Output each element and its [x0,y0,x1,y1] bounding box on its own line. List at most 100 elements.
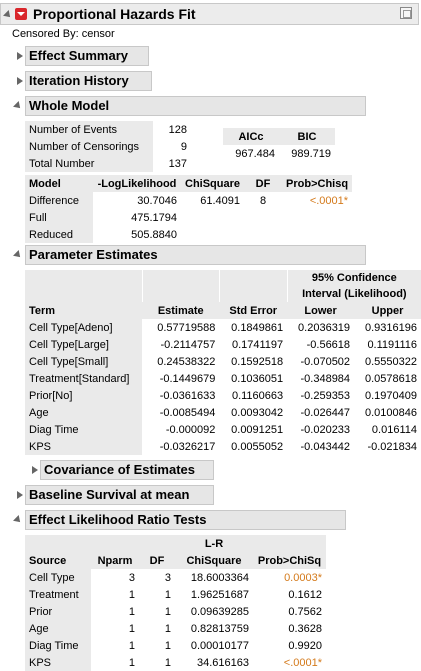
estimate-value: -0.1449679 [159,372,216,385]
source-name: Diag Time [25,637,91,654]
column-header: ChiSquare [181,175,245,192]
upper-value: 0.1970409 [365,389,417,402]
p-value: 0.3628 [288,622,322,635]
column-header: Lower [287,302,355,319]
nparm-value: 1 [128,656,135,669]
p-value: <.0001* [283,656,322,669]
source-name: Cell Type [25,569,91,586]
table-row: Number of Events 128 [25,121,191,138]
df-value: 1 [164,605,171,618]
upper-value: 0.5550322 [365,355,417,368]
estimate-value: -0.2114757 [160,338,216,351]
df-value: 1 [164,622,171,635]
p-value: 0.0003* [284,571,322,584]
term-name: Prior[No] [25,387,143,404]
term-name: Treatment[Standard] [25,370,143,387]
loglik-value: 30.7046 [137,194,177,207]
effect-summary-toggle-icon[interactable] [17,52,23,60]
whole-model-toggle-icon[interactable] [13,101,23,111]
column-header: Model [25,175,93,192]
term-name: Diag Time [25,421,143,438]
source-name: Prior [25,603,91,620]
source-name: Age [25,620,91,637]
count-value: 9 [180,140,187,153]
loglik-value: 505.8840 [131,228,177,241]
red-menu-icon[interactable] [15,8,27,20]
column-header: ChiSquare [175,552,253,569]
chisq-value: 0.00010177 [190,639,249,652]
p-value: 0.1612 [288,588,322,601]
nparm-value: 1 [128,639,135,652]
parameter-estimates-header[interactable]: Parameter Estimates [25,245,366,265]
table-row: Prior[No] -0.0361633 0.1160663 -0.259353… [25,387,421,404]
baseline-toggle-icon[interactable] [17,491,23,499]
baseline-survival-header[interactable]: Baseline Survival at mean [25,485,214,505]
nparm-value: 1 [128,622,135,635]
table-row: Cell Type[Small] 0.24538322 0.1592518 -0… [25,353,421,370]
model-fit-table: Model -LogLikelihood ChiSquare DF Prob>C… [25,175,353,243]
event-counts-table: Number of Events 128 Number of Censoring… [25,121,191,172]
model-name: Reduced [25,226,93,243]
whole-model-header[interactable]: Whole Model [25,96,366,116]
table-row: Prior 1 1 0.09639285 0.7562 [25,603,326,620]
chisq-value: 34.616163 [197,656,249,669]
bic-value: 989.719 [291,147,331,160]
column-header: Prob>ChiSq [253,552,326,569]
lower-value: -0.070502 [300,355,351,368]
lr-tests-toggle-icon[interactable] [13,515,23,525]
lower-value: -0.56618 [306,338,351,351]
column-header: Prob>Chisq [282,175,353,192]
bic-header: BIC [279,128,335,145]
nparm-value: 1 [128,588,135,601]
chisq-value: 0.82813759 [190,622,249,635]
lr-tests-header[interactable]: Effect Likelihood Ratio Tests [25,510,346,530]
std-error-value: 0.1741197 [231,338,284,351]
covariance-toggle-icon[interactable] [32,466,38,474]
iteration-history-toggle-icon[interactable] [17,77,23,85]
column-header: DF [244,175,283,192]
upper-value: 0.0100846 [365,406,417,419]
source-name: KPS [25,654,91,671]
table-row: Full 475.1794 [25,209,352,226]
table-row: Number of Censorings 9 [25,138,191,155]
table-row: Cell Type 3 3 18.6003364 0.0003* [25,569,326,586]
parameter-estimates-toggle-icon[interactable] [13,250,23,260]
std-error-value: 0.1849861 [231,321,284,334]
term-name: KPS [25,438,143,455]
std-error-value: 0.0055052 [231,440,284,453]
p-value: 0.7562 [288,605,322,618]
chisq-value: 0.09639285 [190,605,249,618]
p-value: <.0001* [309,194,349,207]
estimate-value: -0.0326217 [159,440,216,453]
estimate-value: 0.57719588 [157,321,216,334]
collapse-triangle-icon[interactable] [3,10,13,20]
lower-value: -0.043442 [300,440,351,453]
upper-value: 0.0578618 [365,372,417,385]
term-name: Cell Type[Small] [25,353,143,370]
p-value: 0.9920 [288,639,322,652]
table-row: Age 1 1 0.82813759 0.3628 [25,620,326,637]
report-title: Proportional Hazards Fit [33,6,196,22]
covariance-header[interactable]: Covariance of Estimates [40,460,214,480]
table-row: Cell Type[Large] -0.2114757 0.1741197 -0… [25,336,421,353]
iteration-history-header[interactable]: Iteration History [25,71,152,91]
df-value: 1 [164,639,171,652]
df-value: 1 [164,588,171,601]
df-value: 8 [259,194,267,207]
count-label: Number of Events [25,121,153,138]
upper-value: 0.9316196 [365,321,417,334]
std-error-value: 0.1036051 [231,372,284,385]
effect-summary-header[interactable]: Effect Summary [25,46,149,66]
lr-tests-table: L-R Source Nparm DF ChiSquare Prob>ChiSq… [25,535,326,671]
source-name: Treatment [25,586,91,603]
aicc-value: 967.484 [235,147,275,160]
count-value: 137 [168,157,187,170]
count-label: Total Number [25,155,153,172]
term-name: Cell Type[Large] [25,336,143,353]
window-options-icon[interactable] [400,7,412,19]
loglik-value: 475.1794 [131,211,177,224]
estimate-value: -0.0085494 [159,406,216,419]
upper-value: -0.021834 [367,440,417,453]
count-label: Number of Censorings [25,138,153,155]
column-header: Upper [354,302,421,319]
